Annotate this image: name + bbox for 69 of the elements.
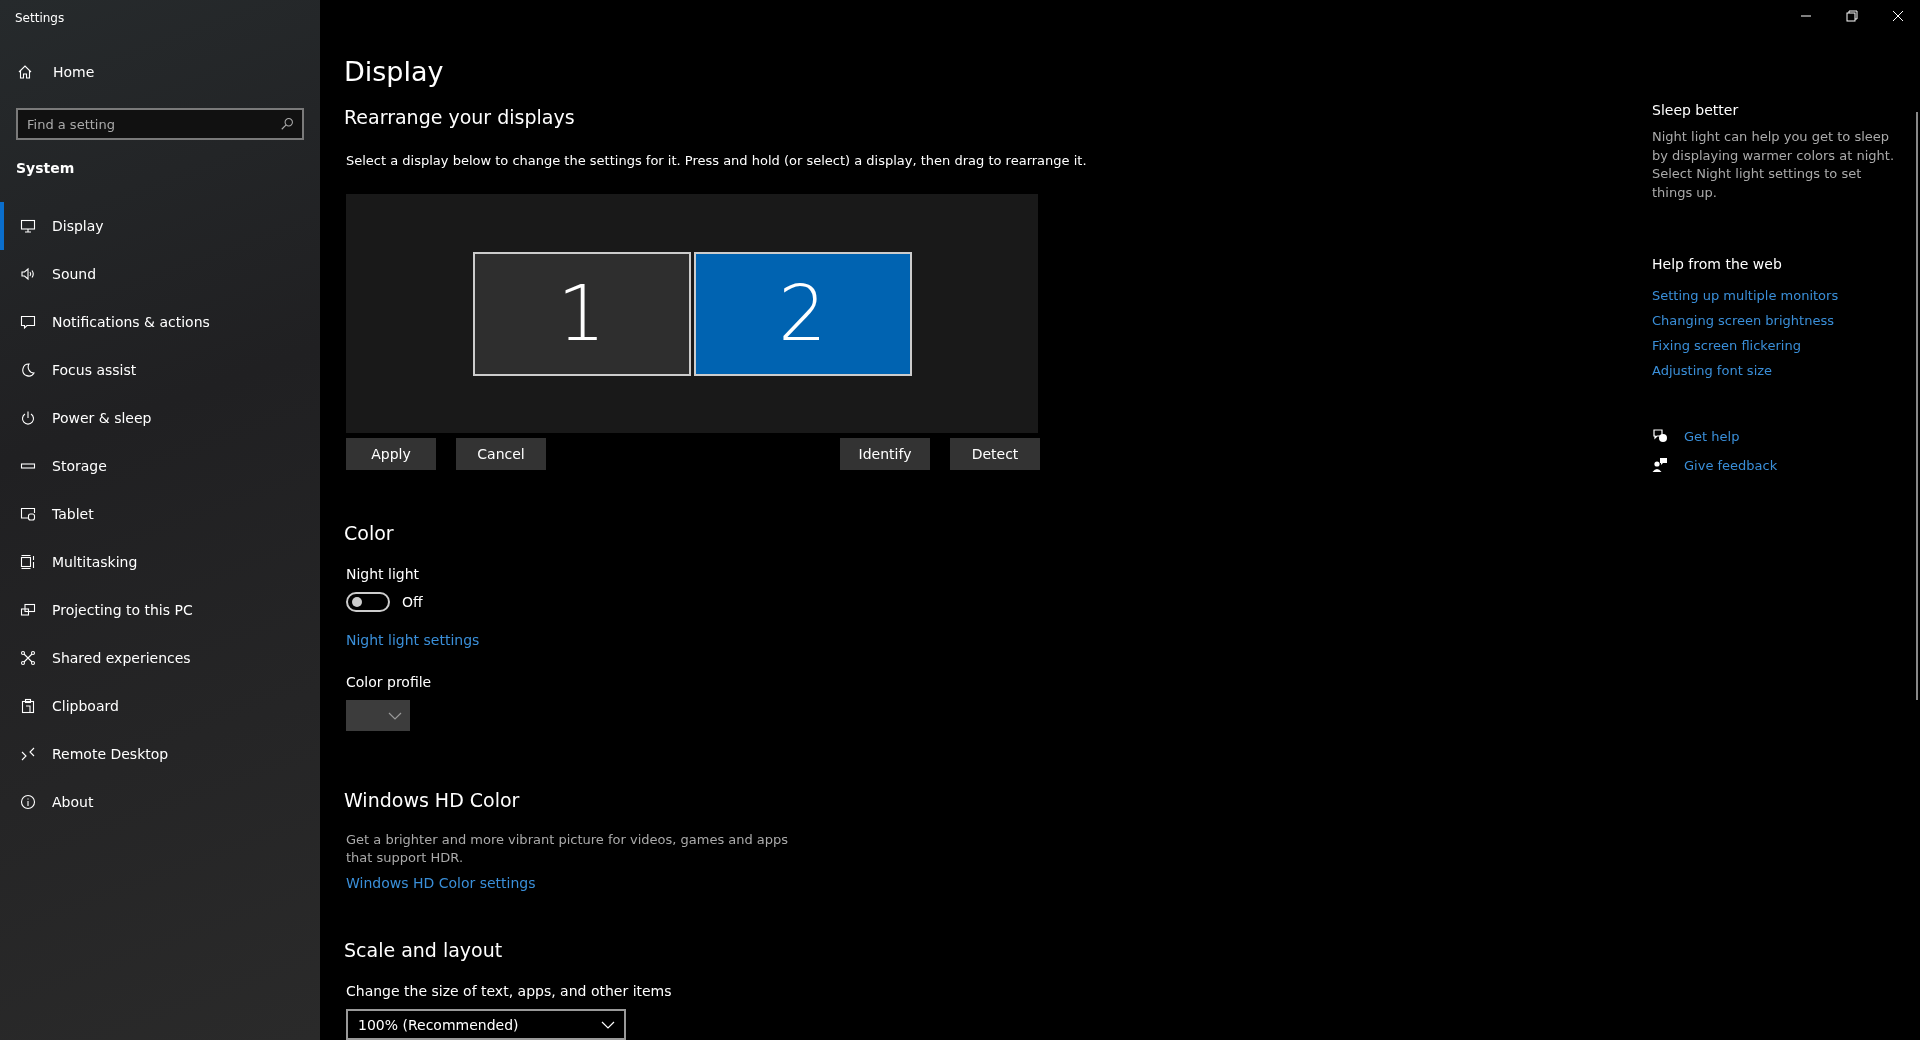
- help-link[interactable]: Setting up multiple monitors: [1652, 288, 1839, 303]
- give-feedback-link[interactable]: Give feedback: [1652, 457, 1778, 473]
- restore-icon[interactable]: [1846, 10, 1858, 22]
- apply-button[interactable]: Apply: [346, 438, 436, 471]
- night-light-settings-link[interactable]: Night light settings: [346, 632, 480, 649]
- nav-item[interactable]: Display: [0, 202, 320, 250]
- description-text: Select a display below to change the settings for it. Press and hold (or select) a display, then drag to rearrange it.: [346, 152, 1087, 170]
- sleep-better-text: Night light can help you get to sleep by displaying warmer colors at night. Select Night light settings to set things up.: [1652, 128, 1895, 202]
- nav-item[interactable]: Notifications & actions: [0, 298, 320, 346]
- nav-icon: [20, 554, 36, 570]
- nav-item[interactable]: Projecting to this PC: [0, 586, 320, 634]
- color-profile-label: Color profile: [346, 674, 432, 691]
- nav-icon: [20, 602, 36, 618]
- nav-icon: [20, 218, 36, 234]
- home-icon: [17, 64, 33, 80]
- nav-item[interactable]: Focus assist: [0, 346, 320, 394]
- search-field[interactable]: Find a setting: [16, 108, 304, 140]
- help-link[interactable]: Adjusting font size: [1652, 363, 1773, 378]
- section-heading: Scale and layout: [344, 938, 503, 963]
- chat-question-icon: [1652, 428, 1668, 444]
- nav-item[interactable]: Power & sleep: [0, 394, 320, 442]
- nav-icon: [20, 794, 36, 810]
- nav-item[interactable]: Tablet: [0, 490, 320, 538]
- help-link[interactable]: Changing screen brightness: [1652, 313, 1834, 328]
- nav-icon: [20, 650, 36, 666]
- nav-item[interactable]: Sound: [0, 250, 320, 298]
- nav-icon: [20, 362, 36, 378]
- display-tile[interactable]: 2: [693, 251, 912, 376]
- aside-heading: Help from the web: [1652, 256, 1782, 272]
- detect-button[interactable]: Detect: [950, 438, 1040, 471]
- nav-item[interactable]: Clipboard: [0, 682, 320, 730]
- night-light-label: Night light: [346, 566, 420, 583]
- hd-color-settings-link[interactable]: Windows HD Color settings: [346, 875, 536, 891]
- section-heading: Color: [344, 521, 394, 547]
- display-tile[interactable]: 1: [472, 251, 691, 376]
- nav-icon: [20, 314, 36, 330]
- help-link[interactable]: Fixing screen flickering: [1652, 338, 1801, 353]
- section-heading: Windows HD Color: [344, 788, 520, 813]
- color-profile-dropdown[interactable]: [346, 700, 410, 731]
- identify-button[interactable]: Identify: [840, 438, 930, 471]
- home-link[interactable]: Home: [0, 36, 320, 108]
- hd-color-description: Get a brighter and more vibrant picture for videos, games and apps that support HDR.: [346, 831, 790, 867]
- window-title: Settings: [14, 10, 66, 27]
- nav-icon: [20, 506, 36, 522]
- nav-item[interactable]: Multitasking: [0, 538, 320, 586]
- nav-item[interactable]: Storage: [0, 442, 320, 490]
- scale-label: Change the size of text, apps, and other items: [346, 983, 672, 999]
- nav-item[interactable]: About: [0, 778, 320, 826]
- nav-icon: [20, 410, 36, 426]
- chevron-down-icon: [601, 1020, 615, 1029]
- nav-item[interactable]: Shared experiences: [0, 634, 320, 682]
- nav-icon: [20, 746, 36, 762]
- scrollbar[interactable]: [1916, 112, 1918, 700]
- section-heading: System: [15, 159, 76, 178]
- get-help-link[interactable]: Get help: [1652, 428, 1778, 444]
- person-feedback-icon: [1652, 457, 1668, 473]
- toggle-state-text: Off: [402, 594, 423, 611]
- scale-dropdown[interactable]: 100% (Recommended): [346, 1009, 626, 1040]
- close-icon[interactable]: [1892, 10, 1904, 22]
- nav-icon: [20, 266, 36, 282]
- nav-icon: [20, 698, 36, 714]
- aside-heading: Sleep better: [1652, 102, 1739, 118]
- chevron-down-icon: [388, 711, 402, 720]
- nav-item[interactable]: Remote Desktop: [0, 730, 320, 778]
- night-light-toggle[interactable]: [346, 592, 390, 613]
- page-title: Display: [344, 56, 444, 88]
- cancel-button[interactable]: Cancel: [456, 438, 546, 471]
- search-icon: [280, 117, 294, 131]
- section-heading: Rearrange your displays: [344, 105, 575, 130]
